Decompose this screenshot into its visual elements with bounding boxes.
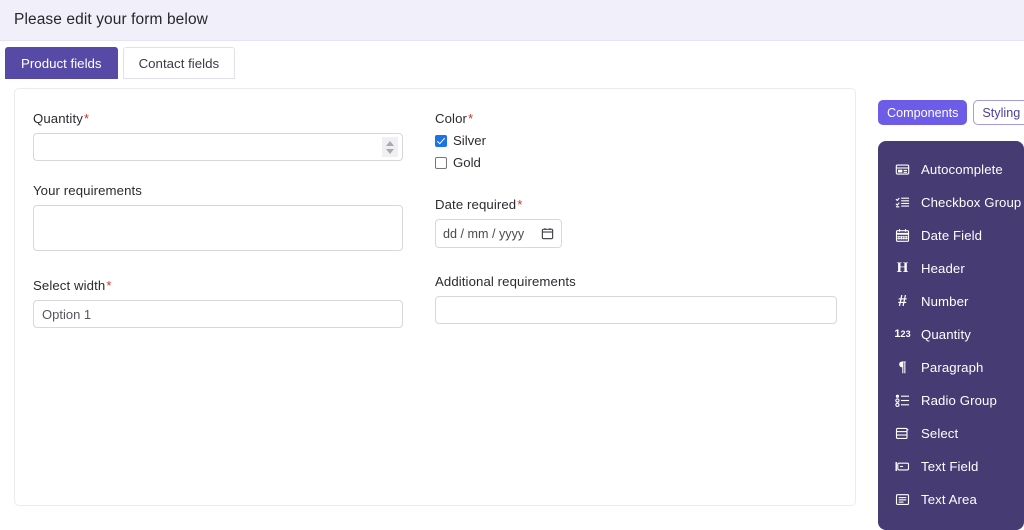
additional-requirements-input[interactable] (435, 296, 837, 324)
header-h-icon: H (896, 260, 909, 276)
field-select-width-label: Select width* (33, 278, 403, 293)
component-item-quantity[interactable]: 123 Quantity (878, 318, 1024, 351)
form-column-right: Color* Silver Gold Date required* dd / m… (435, 111, 837, 350)
checkbox-silver-icon[interactable] (435, 134, 447, 147)
hash-icon: # (898, 292, 907, 310)
field-select-width-label-text: Select width (33, 278, 106, 293)
field-color-label-text: Color (435, 111, 468, 126)
tab-product-fields-label: Product fields (21, 55, 102, 71)
calendar-icon (894, 227, 911, 244)
select-icon (894, 425, 911, 442)
component-item-number[interactable]: # Number (878, 285, 1024, 318)
radio-group-icon (894, 392, 911, 409)
component-item-date-field-label: Date Field (921, 228, 983, 243)
component-item-radio-group-label: Radio Group (921, 393, 997, 408)
date-required-input[interactable]: dd / mm / yyyy (435, 219, 562, 248)
toggle-components[interactable]: Components (878, 100, 968, 125)
toggle-styling[interactable]: Styling (973, 100, 1024, 125)
checkbox-gold-label: Gold (453, 155, 481, 170)
field-your-requirements-label: Your requirements (33, 183, 142, 198)
component-item-text-field-label: Text Field (921, 459, 979, 474)
field-color-required-marker: * (468, 111, 474, 126)
sidebar-toggle-group: Components Styling (878, 100, 1024, 125)
date-required-value: dd / mm / yyyy (443, 226, 525, 241)
field-quantity: Quantity* (33, 111, 403, 161)
field-date-required-required-marker: * (517, 197, 523, 212)
component-item-checkbox-group[interactable]: Checkbox Group (878, 186, 1024, 219)
select-width-value: Option 1 (42, 306, 92, 322)
field-date-required-label-text: Date required (435, 197, 517, 212)
pilcrow-icon: ¶ (898, 359, 907, 375)
component-item-header-label: Header (921, 261, 965, 276)
autocomplete-icon (894, 161, 911, 178)
tab-contact-fields-label: Contact fields (138, 55, 220, 71)
component-item-header[interactable]: H Header (878, 252, 1024, 285)
component-item-number-label: Number (921, 294, 969, 309)
field-date-required: Date required* dd / mm / yyyy (435, 197, 837, 248)
component-item-select[interactable]: Select (878, 417, 1024, 450)
field-color: Color* Silver Gold (435, 111, 837, 170)
component-item-paragraph-label: Paragraph (921, 360, 984, 375)
tab-contact-fields[interactable]: Contact fields (122, 47, 236, 79)
checkbox-option-silver[interactable]: Silver (435, 133, 837, 148)
builder-sidebar: Components Styling Autocomplete Checkbox… (878, 100, 1024, 530)
component-item-radio-group[interactable]: Radio Group (878, 384, 1024, 417)
page-header: Please edit your form below (0, 0, 1024, 41)
component-item-select-label: Select (921, 426, 959, 441)
field-quantity-required-marker: * (83, 111, 90, 126)
toggle-components-label: Components (887, 105, 959, 120)
form-columns: Quantity* Your requirements Select width… (15, 89, 855, 350)
component-item-text-field[interactable]: Text Field (878, 450, 1024, 483)
field-select-width-required-marker: * (106, 278, 112, 293)
field-date-required-label: Date required* (435, 197, 837, 212)
quantity-spinner[interactable] (382, 137, 398, 157)
text-field-icon (894, 458, 911, 475)
component-item-autocomplete-label: Autocomplete (921, 162, 1003, 177)
quantity-input[interactable] (33, 133, 403, 161)
spinner-up-icon[interactable] (386, 140, 394, 146)
text-area-icon (894, 491, 911, 508)
field-color-label: Color* (435, 111, 837, 126)
your-requirements-textarea[interactable] (33, 205, 403, 251)
numeric-123-icon: 123 (894, 328, 911, 340)
quantity-input-wrapper (33, 133, 403, 161)
field-additional-requirements: Additional requirements (435, 274, 837, 324)
field-your-requirements: Your requirements (33, 183, 403, 256)
tab-bar: Product fields Contact fields (0, 41, 1024, 86)
components-list: Autocomplete Checkbox Group Date Field H… (878, 141, 1024, 530)
component-item-text-area[interactable]: Text Area (878, 483, 1024, 516)
field-select-width: Select width* Option 1 (33, 278, 403, 328)
component-item-autocomplete[interactable]: Autocomplete (878, 153, 1024, 186)
component-item-quantity-label: Quantity (921, 327, 971, 342)
checkbox-silver-label: Silver (453, 133, 486, 148)
select-width-dropdown[interactable]: Option 1 (33, 300, 403, 328)
component-item-date-field[interactable]: Date Field (878, 219, 1024, 252)
form-canvas: Quantity* Your requirements Select width… (14, 88, 856, 506)
field-quantity-label: Quantity* (33, 111, 403, 126)
component-item-paragraph[interactable]: ¶ Paragraph (878, 351, 1024, 384)
form-column-left: Quantity* Your requirements Select width… (33, 111, 435, 350)
tab-product-fields[interactable]: Product fields (5, 47, 118, 79)
checkbox-option-gold[interactable]: Gold (435, 155, 837, 170)
spinner-down-icon[interactable] (386, 148, 394, 154)
component-item-checkbox-group-label: Checkbox Group (921, 195, 1022, 210)
field-additional-requirements-label: Additional requirements (435, 274, 576, 289)
field-quantity-label-text: Quantity (33, 111, 83, 126)
toggle-styling-label: Styling (982, 105, 1021, 120)
checkbox-group-icon (894, 194, 911, 211)
component-item-text-area-label: Text Area (921, 492, 977, 507)
checkbox-gold-icon[interactable] (435, 156, 447, 169)
page-title: Please edit your form below (14, 11, 208, 28)
calendar-icon[interactable] (541, 227, 554, 240)
